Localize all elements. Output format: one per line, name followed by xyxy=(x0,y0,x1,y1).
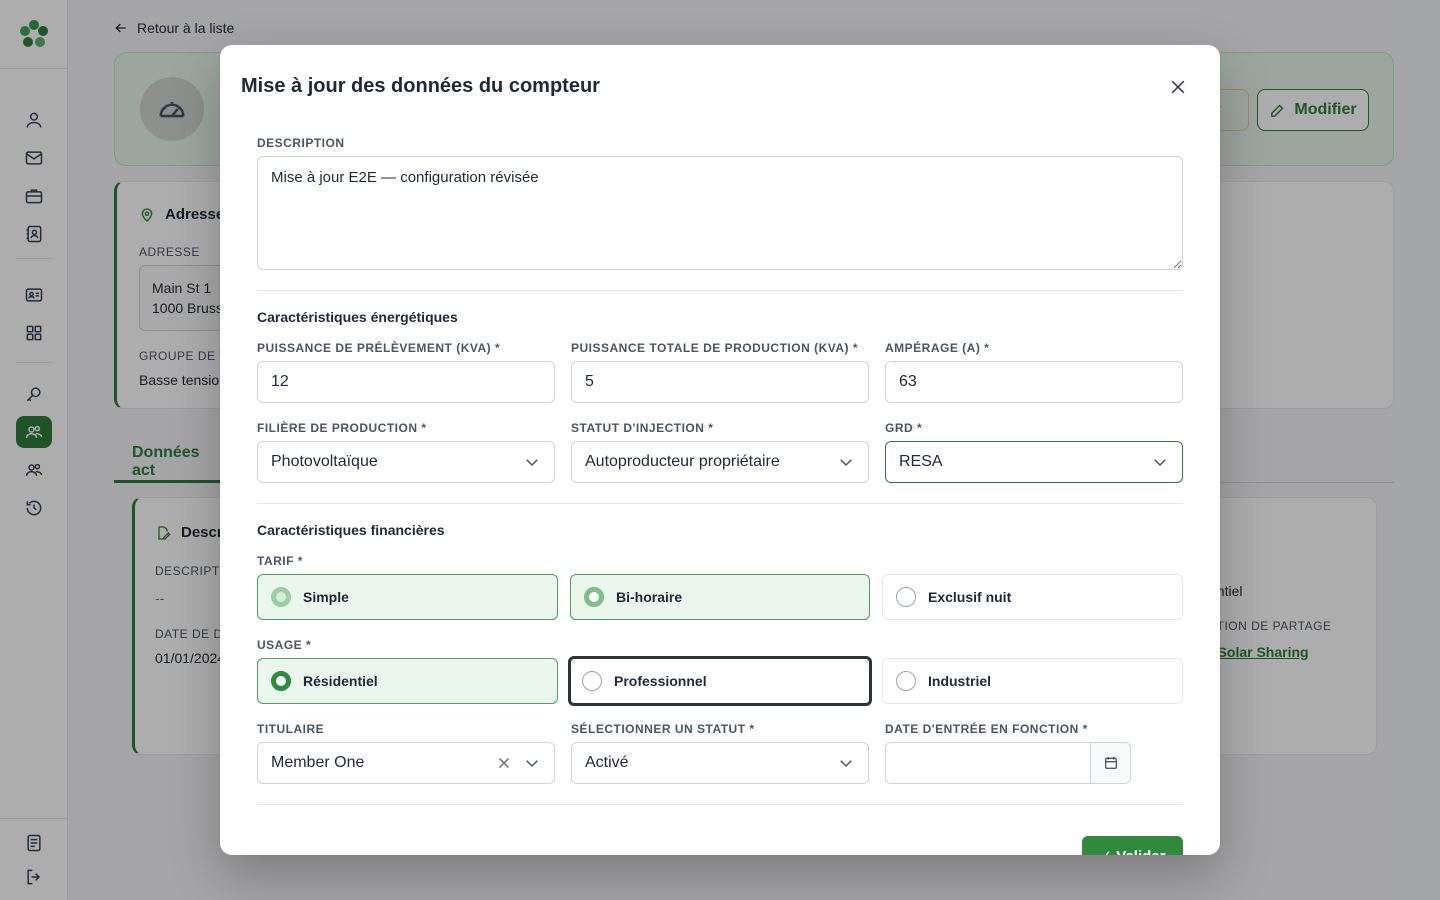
start-date-value[interactable] xyxy=(886,743,1090,783)
radio-icon xyxy=(584,587,604,607)
status-select[interactable]: Activé xyxy=(571,742,869,784)
chevron-down-icon xyxy=(526,459,538,467)
divider xyxy=(257,290,1183,291)
production-power-input[interactable]: 5 xyxy=(571,361,869,403)
chevron-down-icon xyxy=(840,760,852,768)
grd-select[interactable]: RESA xyxy=(885,441,1183,483)
usage-option-residential[interactable]: Résidentiel xyxy=(257,658,558,704)
tariff-option-label: Simple xyxy=(303,589,349,605)
holder-select-controls xyxy=(495,754,541,772)
usage-label: USAGE * xyxy=(257,638,312,652)
production-power-label: PUISSANCE TOTALE DE PRODUCTION (KVA) * xyxy=(571,341,859,355)
modal-title: Mise à jour des données du compteur xyxy=(241,75,600,97)
usage-option-label: Résidentiel xyxy=(303,673,378,689)
withdrawal-power-label: PUISSANCE DE PRÉLÈVEMENT (KVA) * xyxy=(257,341,501,355)
close-icon[interactable] xyxy=(1166,75,1190,99)
chevron-down-icon xyxy=(526,760,538,768)
divider xyxy=(257,503,1183,504)
clear-icon[interactable] xyxy=(495,754,513,772)
injection-status-label: STATUT D'INJECTION * xyxy=(571,421,714,435)
production-type-value: Photovoltaïque xyxy=(271,453,378,470)
holder-select[interactable]: Member One xyxy=(257,742,555,784)
start-date-input[interactable] xyxy=(885,742,1131,784)
tariff-option-label: Exclusif nuit xyxy=(928,589,1012,605)
divider xyxy=(257,804,1183,805)
amperage-input[interactable]: 63 xyxy=(885,361,1183,403)
amperage-value: 63 xyxy=(899,373,917,390)
description-textarea[interactable]: Mise à jour E2E — configuration révisée xyxy=(257,156,1183,270)
grd-label: GRD * xyxy=(885,421,923,435)
tariff-option-night-only[interactable]: Exclusif nuit xyxy=(882,574,1183,620)
financial-section-title: Caractéristiques financières xyxy=(257,522,445,538)
amperage-label: AMPÉRAGE (A) * xyxy=(885,341,990,355)
radio-icon xyxy=(582,671,602,691)
description-field-label: DESCRIPTION xyxy=(257,136,345,150)
holder-label: TITULAIRE xyxy=(257,722,325,736)
withdrawal-power-input[interactable]: 12 xyxy=(257,361,555,403)
radio-icon xyxy=(896,671,916,691)
submit-button[interactable]: ✓ Valider xyxy=(1082,836,1183,855)
chevron-down-icon xyxy=(1154,459,1166,467)
usage-option-professional[interactable]: Professionnel xyxy=(568,656,872,706)
production-power-value: 5 xyxy=(585,373,594,390)
production-type-label: FILIÈRE DE PRODUCTION * xyxy=(257,421,427,435)
production-type-select[interactable]: Photovoltaïque xyxy=(257,441,555,483)
withdrawal-power-value: 12 xyxy=(271,373,289,390)
tariff-option-bi-hourly[interactable]: Bi-horaire xyxy=(570,574,870,620)
tariff-label: TARIF * xyxy=(257,554,303,568)
usage-option-label: Professionnel xyxy=(614,673,707,689)
status-label: SÉLECTIONNER UN STATUT * xyxy=(571,722,755,736)
grd-value: RESA xyxy=(899,453,943,470)
radio-icon xyxy=(271,671,291,691)
start-date-field-label: DATE D'ENTRÉE EN FONCTION * xyxy=(885,722,1088,736)
injection-status-value: Autoproducteur propriétaire xyxy=(585,453,780,470)
calendar-icon[interactable] xyxy=(1090,743,1130,783)
usage-option-label: Industriel xyxy=(928,673,992,689)
update-meter-modal: Mise à jour des données du compteur DESC… xyxy=(220,45,1220,855)
tariff-option-label: Bi-horaire xyxy=(616,589,683,605)
holder-value: Member One xyxy=(271,754,365,771)
chevron-down-icon xyxy=(840,459,852,467)
tariff-option-simple[interactable]: Simple xyxy=(257,574,558,620)
radio-icon xyxy=(896,587,916,607)
energy-section-title: Caractéristiques énergétiques xyxy=(257,309,458,325)
radio-icon xyxy=(271,587,291,607)
usage-option-industrial[interactable]: Industriel xyxy=(882,658,1183,704)
status-value: Activé xyxy=(585,754,629,771)
injection-status-select[interactable]: Autoproducteur propriétaire xyxy=(571,441,869,483)
